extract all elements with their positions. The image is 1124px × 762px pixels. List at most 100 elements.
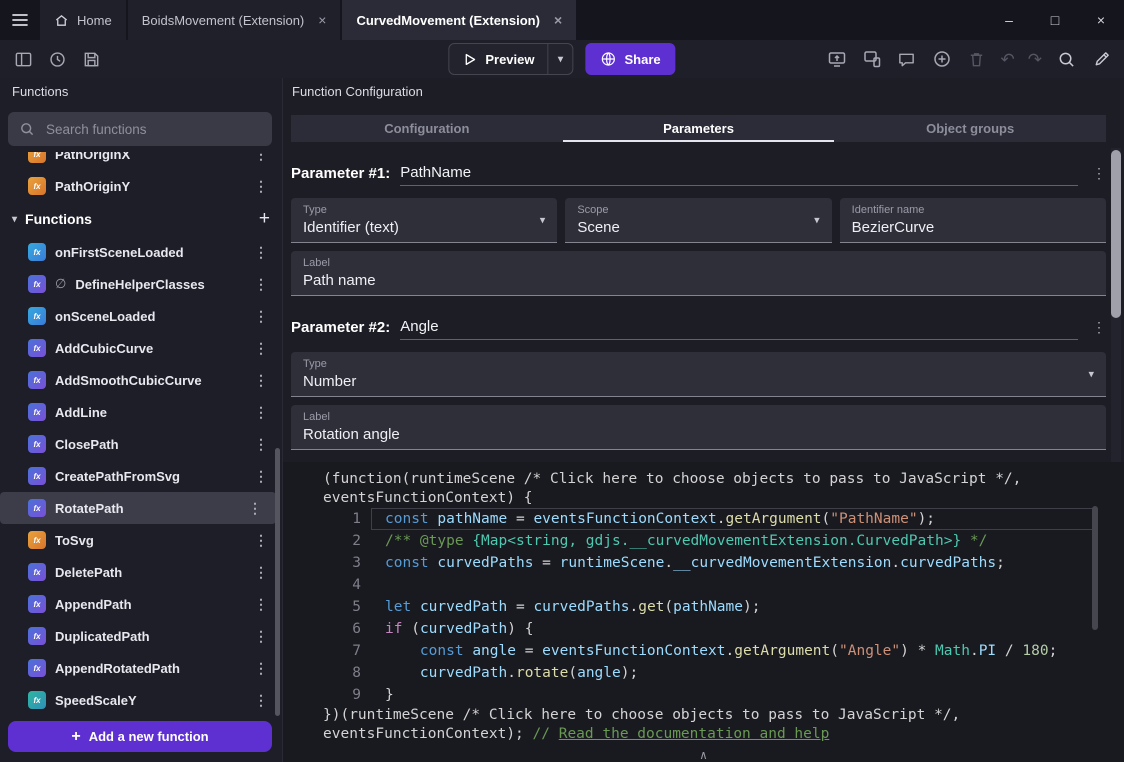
item-menu-icon[interactable]: ⋮	[254, 564, 268, 581]
publish-icon[interactable]	[826, 48, 848, 70]
item-menu-icon[interactable]: ⋮	[254, 468, 268, 485]
item-menu-icon[interactable]: ⋮	[254, 596, 268, 613]
chevron-down-icon[interactable]: ▾	[814, 214, 820, 227]
function-item-addsmoothcubiccurve[interactable]: fxAddSmoothCubicCurve⋮	[0, 364, 282, 396]
save-icon[interactable]	[80, 48, 102, 70]
preview-dropdown-icon[interactable]: ▾	[548, 44, 573, 74]
item-menu-icon[interactable]: ⋮	[254, 244, 268, 261]
item-menu-icon[interactable]: ⋮	[254, 372, 268, 389]
search-icon[interactable]	[1055, 48, 1077, 70]
add-new-function-button[interactable]: + Add a new function	[8, 721, 272, 752]
item-menu-icon[interactable]: ⋮	[254, 660, 268, 677]
function-item-deletepath[interactable]: fxDeletePath⋮	[0, 556, 282, 588]
device-preview-icon[interactable]	[861, 48, 883, 70]
function-item-pathoriginx[interactable]: fxPathOriginX⋮	[0, 152, 282, 170]
code-line-1[interactable]: 1const pathName = eventsFunctionContext.…	[283, 508, 1124, 530]
chevron-down-icon[interactable]: ▾	[540, 214, 546, 227]
layout-panels-icon[interactable]	[12, 48, 34, 70]
function-item-rotatepath[interactable]: fxRotatePath⋮	[0, 492, 276, 524]
field-type[interactable]: TypeIdentifier (text)▾	[291, 198, 557, 243]
chevron-down-icon[interactable]: ▾	[1088, 368, 1094, 381]
tab-parameters[interactable]: Parameters	[563, 115, 835, 142]
title-tab-boidsmovement-extension[interactable]: BoidsMovement (Extension)×	[128, 0, 343, 40]
field-label[interactable]: LabelRotation angle	[291, 405, 1106, 450]
documentation-link[interactable]: Read the documentation and help	[559, 726, 830, 742]
code-line-8[interactable]: 8 curvedPath.rotate(angle);	[283, 662, 1124, 684]
parameter-menu-icon[interactable]: ⋮	[1092, 165, 1106, 186]
function-item-onfirstsceneloaded[interactable]: fxonFirstSceneLoaded⋮	[0, 236, 282, 268]
function-item-addcubiccurve[interactable]: fxAddCubicCurve⋮	[0, 332, 282, 364]
minimize-button[interactable]: –	[986, 0, 1032, 40]
add-circle-icon[interactable]	[931, 48, 953, 70]
add-function-icon[interactable]: +	[259, 208, 270, 230]
function-label: CreatePathFromSvg	[55, 469, 180, 484]
function-item-createpathfromsvg[interactable]: fxCreatePathFromSvg⋮	[0, 460, 282, 492]
function-item-tosvg[interactable]: fxToSvg⋮	[0, 524, 282, 556]
functions-section-header[interactable]: ▾Functions+	[0, 202, 282, 236]
function-item-addline[interactable]: fxAddLine⋮	[0, 396, 282, 428]
code-line-4[interactable]: 4	[283, 574, 1124, 596]
function-item-duplicatedpath[interactable]: fxDuplicatedPath⋮	[0, 620, 282, 652]
tab-close-icon[interactable]: ×	[554, 12, 562, 28]
theme-icon[interactable]	[1090, 48, 1112, 70]
code-line-3[interactable]: 3const curvedPaths = runtimeScene.__curv…	[283, 552, 1124, 574]
field-type[interactable]: TypeNumber▾	[291, 352, 1106, 397]
item-menu-icon[interactable]: ⋮	[254, 436, 268, 453]
undo-icon[interactable]: ↶	[1001, 51, 1015, 68]
code-line-9[interactable]: 9}	[283, 684, 1124, 706]
field-identifier-name[interactable]: Identifier nameBezierCurve	[840, 198, 1106, 243]
item-menu-icon[interactable]: ⋮	[254, 628, 268, 645]
delete-icon[interactable]	[966, 48, 988, 70]
field-scope[interactable]: ScopeScene▾	[565, 198, 831, 243]
tab-close-icon[interactable]: ×	[318, 12, 326, 28]
search-input[interactable]	[44, 121, 261, 138]
share-button[interactable]: Share	[586, 43, 676, 75]
feedback-icon[interactable]	[896, 48, 918, 70]
function-item-onsceneloaded[interactable]: fxonSceneLoaded⋮	[0, 300, 282, 332]
sidebar-scrollbar-thumb[interactable]	[275, 448, 280, 716]
item-menu-icon[interactable]: ⋮	[254, 404, 268, 421]
item-menu-icon[interactable]: ⋮	[254, 692, 268, 709]
item-menu-icon[interactable]: ⋮	[254, 532, 268, 549]
field-value: BezierCurve	[852, 219, 1094, 236]
code-line-6[interactable]: 6if (curvedPath) {	[283, 618, 1124, 640]
tab-configuration[interactable]: Configuration	[291, 115, 563, 142]
editor-scrollbar-thumb[interactable]	[1092, 506, 1098, 630]
search-box[interactable]	[8, 112, 272, 146]
function-item-appendpath[interactable]: fxAppendPath⋮	[0, 588, 282, 620]
scrollbar-track[interactable]	[1111, 148, 1121, 462]
parameter-menu-icon[interactable]: ⋮	[1092, 319, 1106, 340]
parameter-name-input[interactable]: Angle	[400, 318, 1078, 340]
code-line-5[interactable]: 5let curvedPath = curvedPaths.get(pathNa…	[283, 596, 1124, 618]
item-menu-icon[interactable]: ⋮	[254, 340, 268, 357]
line-number: 1	[283, 508, 361, 530]
code-line-2[interactable]: 2/** @type {Map<string, gdjs.__curvedMov…	[283, 530, 1124, 552]
item-menu-icon[interactable]: ⋮	[248, 500, 262, 517]
function-item-appendrotatedpath[interactable]: fxAppendRotatedPath⋮	[0, 652, 282, 684]
history-icon[interactable]	[46, 48, 68, 70]
close-button[interactable]: ×	[1078, 0, 1124, 40]
item-menu-icon[interactable]: ⋮	[254, 178, 268, 195]
function-item-definehelperclasses[interactable]: fx∅DefineHelperClasses⋮	[0, 268, 282, 300]
function-item-speedscaley[interactable]: fxSpeedScaleY⋮	[0, 684, 282, 716]
collapse-editor-icon[interactable]: ∧	[700, 748, 707, 762]
function-item-pathoriginy[interactable]: fxPathOriginY⋮	[0, 170, 282, 202]
menu-icon[interactable]	[0, 0, 40, 40]
field-label[interactable]: LabelPath name	[291, 251, 1106, 296]
title-tab-home[interactable]: Home	[40, 0, 128, 40]
scrollbar-thumb[interactable]	[1111, 150, 1121, 318]
preview-button[interactable]: Preview ▾	[448, 43, 573, 75]
title-tab-curvedmovement-extension[interactable]: CurvedMovement (Extension)×	[342, 0, 578, 40]
line-number: 5	[283, 596, 361, 618]
tab-object-groups[interactable]: Object groups	[834, 115, 1106, 142]
code-line-7[interactable]: 7 const angle = eventsFunctionContext.ge…	[283, 640, 1124, 662]
code-editor[interactable]: (function(runtimeScene /* Click here to …	[283, 462, 1124, 762]
function-item-closepath[interactable]: fxClosePath⋮	[0, 428, 282, 460]
item-menu-icon[interactable]: ⋮	[254, 276, 268, 293]
item-menu-icon[interactable]: ⋮	[254, 152, 268, 163]
item-menu-icon[interactable]: ⋮	[254, 308, 268, 325]
parameter-name-input[interactable]: PathName	[400, 164, 1078, 186]
maximize-button[interactable]: □	[1032, 0, 1078, 40]
collapse-caret-icon[interactable]: ▾	[12, 214, 17, 225]
redo-icon[interactable]: ↷	[1028, 51, 1042, 68]
